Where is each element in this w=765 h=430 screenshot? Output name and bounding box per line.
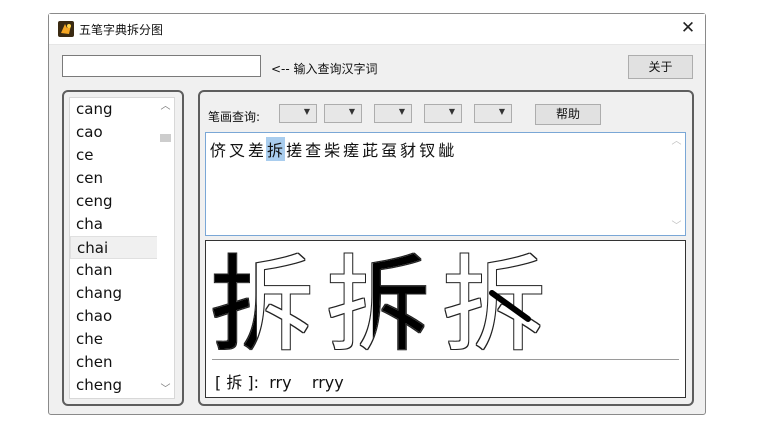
wubi-code-line: [ 拆 ]: rry rryy: [215, 373, 344, 392]
character-item[interactable]: 钗: [418, 137, 437, 161]
character-item[interactable]: 搓: [285, 137, 304, 161]
app-logo-icon: [58, 21, 74, 37]
pinyin-scrollbar[interactable]: ︿ ﹀: [157, 98, 174, 398]
character-list[interactable]: 侪叉差拆搓查柴瘥茈虿豺钗龇 ︿ ﹀: [205, 132, 686, 236]
character-item[interactable]: 叉: [228, 137, 247, 161]
character-item[interactable]: 虿: [380, 137, 399, 161]
query-input[interactable]: [62, 55, 261, 77]
decomposition-glyph-outline-3: 拆: [442, 244, 546, 359]
chevron-down-icon: ▼: [448, 107, 455, 116]
chevron-down-icon: ▼: [498, 107, 505, 116]
character-scrollbar[interactable]: ︿ ﹀: [668, 133, 685, 235]
scroll-up-icon[interactable]: ︿: [157, 98, 174, 115]
about-button[interactable]: 关于: [628, 55, 693, 79]
stroke-query-label: 笔画查询:: [208, 110, 261, 124]
title-bar: 五笔字典拆分图 ✕: [49, 14, 705, 45]
character-item[interactable]: 侪: [209, 137, 228, 161]
stroke-select-4[interactable]: ▼: [424, 104, 462, 123]
stroke-select-1[interactable]: ▼: [279, 104, 317, 123]
character-item[interactable]: 查: [304, 137, 323, 161]
window-title: 五笔字典拆分图: [79, 23, 164, 37]
character-item[interactable]: 柴: [323, 137, 342, 161]
chevron-down-icon: ▼: [303, 107, 310, 116]
pinyin-panel: cang cao ce cen ceng cha chai chan chang chao che c…: [62, 90, 184, 406]
character-item[interactable]: 瘥: [342, 137, 361, 161]
close-button[interactable]: ✕: [671, 14, 705, 44]
scroll-up-icon[interactable]: ︿: [668, 133, 685, 150]
stroke-select-2[interactable]: ▼: [324, 104, 362, 123]
scroll-thumb[interactable]: [160, 134, 171, 142]
divider: [212, 359, 679, 360]
character-row: 侪叉差拆搓查柴瘥茈虿豺钗龇: [209, 137, 456, 161]
app-window: 五笔字典拆分图 ✕ <-- 输入查询汉字词 关于 cang cao ce cen cen…: [48, 13, 706, 415]
character-item[interactable]: 龇: [437, 137, 456, 161]
chevron-down-icon: ▼: [398, 107, 405, 116]
stroke-select-5[interactable]: ▼: [474, 104, 512, 123]
detail-panel: 笔画查询: ▼ ▼ ▼ ▼ ▼ 帮助 侪叉差拆搓查柴瘥茈虿豺钗龇 ︿ ﹀ 拆 拆…: [198, 90, 694, 406]
chevron-down-icon: ▼: [348, 107, 355, 116]
close-icon: ✕: [680, 18, 696, 38]
scroll-down-icon[interactable]: ﹀: [157, 381, 174, 398]
character-item[interactable]: 差: [247, 137, 266, 161]
query-hint-label: <-- 输入查询汉字词: [271, 62, 378, 76]
character-item[interactable]: 豺: [399, 137, 418, 161]
decomposition-diagram: 拆 拆 拆 拆 拆: [210, 244, 546, 366]
scroll-down-icon[interactable]: ﹀: [668, 218, 685, 235]
decomposition-panel: 拆 拆 拆 拆 拆 [ 拆 ]: rry rryy: [205, 240, 686, 398]
help-button[interactable]: 帮助: [535, 104, 601, 125]
character-item[interactable]: 拆: [266, 137, 286, 161]
character-item[interactable]: 茈: [361, 137, 380, 161]
stroke-select-3[interactable]: ▼: [374, 104, 412, 123]
pinyin-list[interactable]: cang cao ce cen ceng cha chai chan chang chao che c…: [69, 97, 175, 399]
